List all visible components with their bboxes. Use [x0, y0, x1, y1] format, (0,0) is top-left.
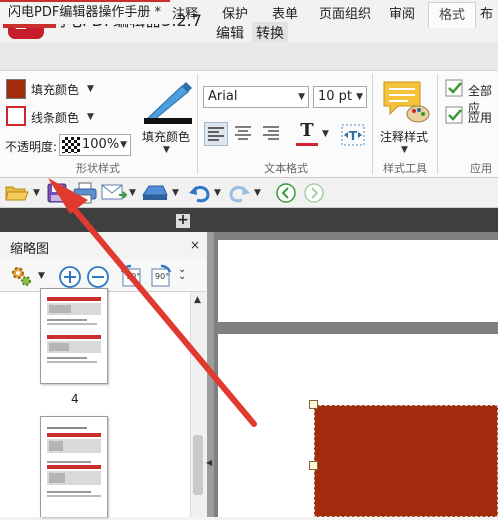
font-size-dropdown[interactable]: 10 pt ▼: [313, 86, 367, 108]
zoom-in-icon[interactable]: [58, 265, 82, 289]
align-left-icon: [208, 127, 224, 141]
save-icon[interactable]: [46, 182, 68, 204]
align-right-icon: [263, 126, 279, 140]
apply-all-icon[interactable]: [444, 78, 466, 100]
undo-dropdown-icon[interactable]: ▼: [214, 188, 221, 198]
more-tools-icon[interactable]: ⌄ ⌄: [178, 265, 186, 282]
align-center-icon: [235, 126, 251, 140]
settings-dropdown-icon[interactable]: ▼: [38, 271, 45, 281]
chevron-down-icon: ▼: [356, 92, 363, 102]
document-tab[interactable]: 闪电PDF编辑器操作手册 *: [0, 0, 170, 24]
zoom-out-icon[interactable]: [86, 265, 110, 289]
apply-label[interactable]: 应用: [468, 109, 492, 126]
apply-icon[interactable]: [444, 105, 466, 127]
page-thumbnail-content: [47, 427, 101, 497]
rotate-right-label: 90°: [155, 272, 170, 281]
thumbnail-panel-close-icon[interactable]: ×: [190, 238, 200, 252]
rectangle-annotation[interactable]: [314, 405, 498, 517]
fill-color-big-dropdown-icon[interactable]: ▼: [163, 145, 170, 155]
page-number: 4: [71, 392, 79, 406]
fill-color-label[interactable]: 填充颜色: [31, 81, 79, 98]
group-label-apply: 应用: [470, 162, 492, 175]
font-size-value: 10 pt: [318, 89, 353, 104]
rotate-right-button[interactable]: 90°: [148, 264, 174, 290]
scroll-up-icon[interactable]: ▲: [194, 295, 201, 305]
thumbnail-scrollbar-thumb[interactable]: [193, 435, 203, 495]
collapse-panel-icon[interactable]: ◀: [206, 458, 212, 467]
line-color-swatch[interactable]: [6, 106, 26, 126]
line-color-dropdown-icon[interactable]: ▼: [87, 112, 94, 122]
email-icon[interactable]: [101, 183, 127, 203]
tab-layout-partial[interactable]: 布: [480, 2, 498, 28]
page-thumbnail-content: [47, 297, 101, 363]
ribbon-tab-bar: [0, 42, 498, 70]
settings-icon[interactable]: [9, 264, 33, 288]
forward-icon[interactable]: [303, 182, 325, 204]
font-family-dropdown[interactable]: Arial ▼: [203, 86, 309, 108]
back-icon[interactable]: [275, 182, 297, 204]
align-center-button[interactable]: [232, 122, 256, 146]
print-icon[interactable]: [73, 182, 97, 204]
tab-protect[interactable]: 保护: [212, 2, 258, 28]
text-color-bar: [296, 143, 318, 146]
resize-handle[interactable]: [309, 461, 318, 470]
group-label-shape-style: 形状样式: [76, 162, 120, 175]
group-label-text-format: 文本格式: [264, 162, 308, 175]
align-left-button[interactable]: [204, 122, 228, 146]
align-right-button[interactable]: [260, 122, 284, 146]
redo-dropdown-icon[interactable]: ▼: [254, 188, 261, 198]
thumbnail-panel-title: 缩略图: [10, 242, 50, 257]
fill-color-big-label[interactable]: 填充颜色: [142, 128, 190, 145]
text-spacing-icon[interactable]: T: [340, 122, 366, 148]
panel-splitter[interactable]: [207, 232, 214, 517]
new-tab-button[interactable]: +: [176, 213, 190, 228]
resize-handle[interactable]: [309, 400, 318, 409]
document-tab-bar: [0, 208, 498, 232]
redo-icon[interactable]: [227, 182, 251, 204]
opacity-value: 100%: [82, 137, 120, 152]
ribbon-separator: [197, 74, 198, 174]
document-tab-close-icon[interactable]: ×: [160, 211, 169, 224]
scan-icon[interactable]: [141, 183, 169, 203]
rotate-left-button[interactable]: 90°: [118, 264, 144, 290]
email-dropdown-icon[interactable]: ▼: [129, 188, 136, 198]
fill-color-dropdown-icon[interactable]: ▼: [87, 84, 94, 94]
document-page[interactable]: [218, 240, 498, 322]
opacity-dropdown[interactable]: 100% ▼: [59, 134, 131, 156]
tab-form[interactable]: 表单: [262, 2, 308, 28]
font-family-value: Arial: [208, 89, 238, 104]
opacity-label: 不透明度:: [5, 140, 58, 154]
page-thumbnail[interactable]: [40, 416, 108, 517]
undo-icon[interactable]: [188, 182, 212, 204]
fill-color-swatch[interactable]: [6, 79, 26, 99]
opacity-pattern-icon: [62, 137, 80, 153]
page-thumbnail[interactable]: [40, 288, 108, 384]
ribbon-separator: [437, 74, 438, 174]
tab-review[interactable]: 审阅: [382, 2, 422, 28]
text-color-dropdown-icon[interactable]: ▼: [322, 129, 329, 139]
open-dropdown-icon[interactable]: ▼: [33, 188, 40, 198]
annotation-style-dropdown-icon[interactable]: ▼: [401, 145, 408, 155]
chevron-down-icon: ▼: [298, 92, 305, 102]
group-label-style-tools: 样式工具: [383, 162, 427, 175]
tab-format[interactable]: 格式: [428, 2, 476, 28]
ribbon-separator: [372, 74, 373, 174]
annotation-style-label[interactable]: 注释样式: [380, 128, 428, 145]
chevron-down-icon: ▼: [120, 140, 127, 150]
open-folder-icon[interactable]: [5, 183, 29, 203]
tab-page-organize[interactable]: 页面组织: [312, 2, 378, 28]
rotate-left-label: 90°: [126, 272, 141, 281]
document-tab-title: 闪电PDF编辑器操作手册 *: [8, 5, 161, 20]
svg-text:T: T: [349, 129, 358, 143]
line-color-label[interactable]: 线条颜色: [31, 109, 79, 126]
fill-bucket-icon[interactable]: [142, 80, 194, 124]
scan-dropdown-icon[interactable]: ▼: [172, 188, 179, 198]
annotation-style-icon[interactable]: [380, 78, 430, 124]
